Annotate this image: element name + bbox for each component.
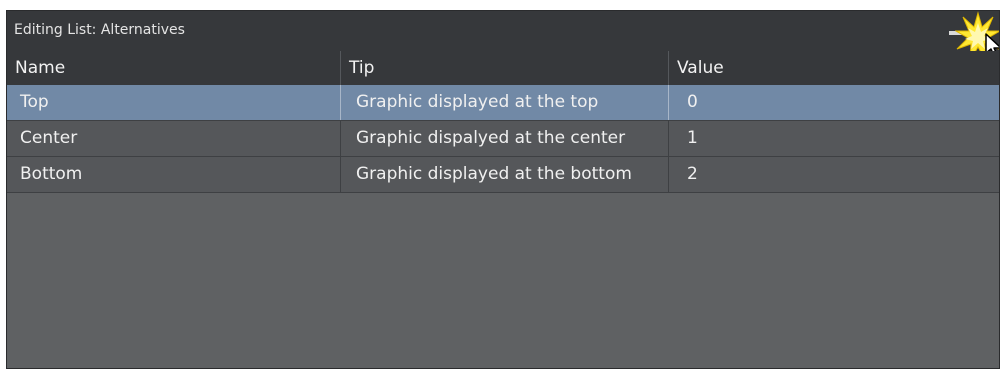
row-name-cell[interactable]: Bottom [7, 157, 340, 192]
empty-list-area[interactable] [7, 196, 999, 368]
table-row[interactable]: Center Graphic dispalyed at the center 1 [7, 121, 999, 157]
list-rows: Top Graphic displayed at the top 0 Cente… [7, 85, 999, 193]
row-name-cell[interactable]: Top [7, 85, 340, 120]
table-row[interactable]: Top Graphic displayed at the top 0 [7, 85, 999, 121]
column-header-name[interactable]: Name [7, 51, 340, 85]
row-value-cell[interactable]: 2 [668, 157, 999, 192]
row-tip-cell[interactable]: Graphic displayed at the top [340, 85, 668, 120]
column-header-row: Name Tip Value [7, 51, 999, 85]
title-bar[interactable]: Editing List: Alternatives [7, 11, 999, 62]
row-tip-cell[interactable]: Graphic dispalyed at the center [340, 121, 668, 156]
row-tip-cell[interactable]: Graphic displayed at the bottom [340, 157, 668, 192]
row-value-cell[interactable]: 1 [668, 121, 999, 156]
table-row[interactable]: Bottom Graphic displayed at the bottom 2 [7, 157, 999, 193]
row-name-cell[interactable]: Center [7, 121, 340, 156]
row-value-cell[interactable]: 0 [668, 85, 999, 120]
window-title: Editing List: Alternatives [14, 22, 185, 38]
column-header-tip[interactable]: Tip [341, 51, 668, 85]
column-header-value[interactable]: Value [669, 51, 999, 85]
list-editor-window: Editing List: Alternatives Name Tip Valu… [6, 10, 1000, 369]
